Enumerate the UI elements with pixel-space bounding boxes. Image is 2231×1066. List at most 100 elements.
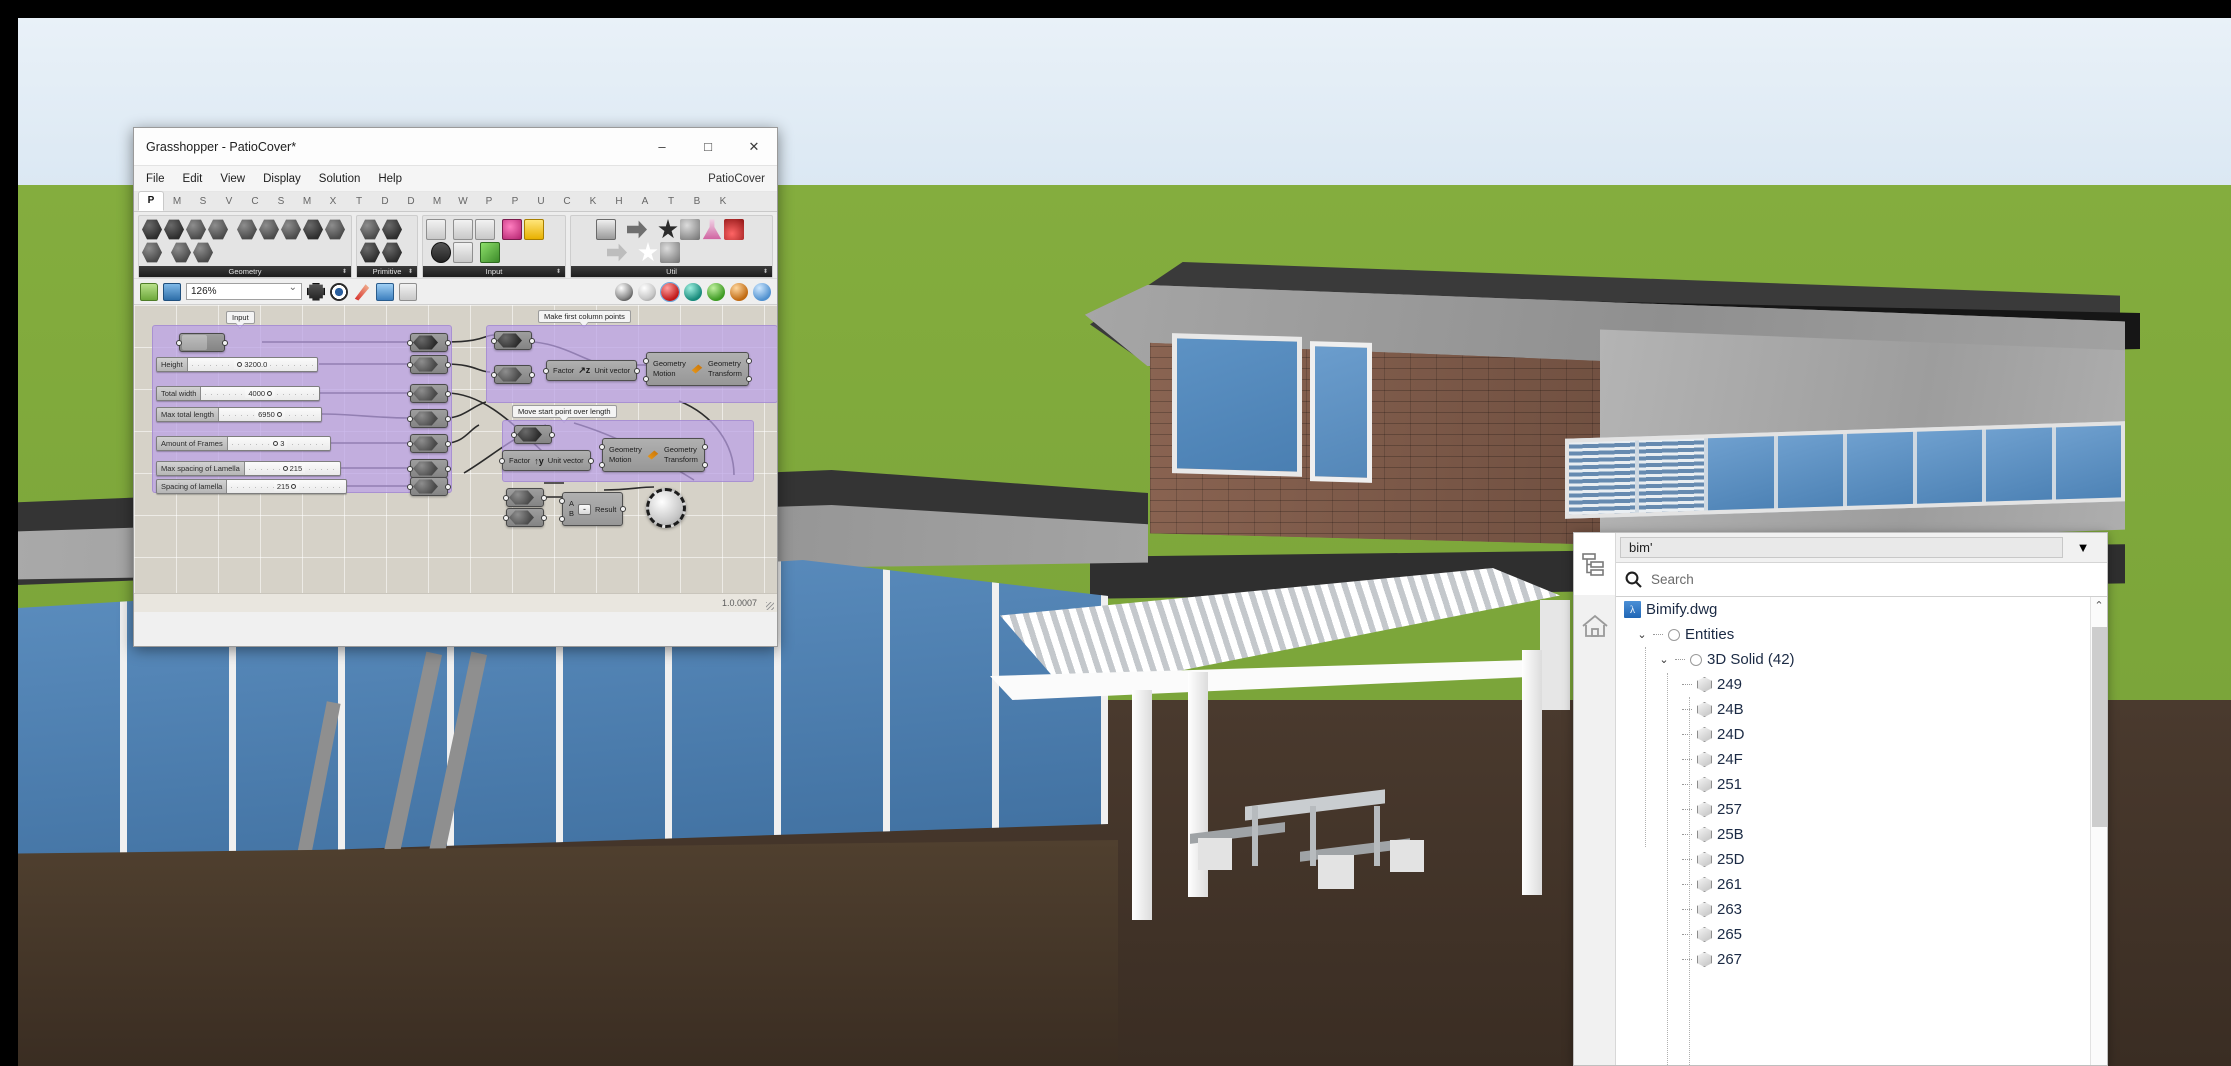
material-preview-green-icon[interactable] <box>707 282 725 301</box>
ribbon-group-util[interactable]: Util <box>570 215 773 278</box>
knob-input-icon[interactable] <box>475 219 495 240</box>
preview-eye-icon[interactable] <box>330 282 348 301</box>
circle-param-icon[interactable] <box>164 219 184 240</box>
open-file-icon[interactable] <box>140 282 158 301</box>
scrollbar-thumb[interactable] <box>2092 627 2107 827</box>
search-bar[interactable]: Search <box>1616 563 2107 597</box>
save-file-icon[interactable] <box>163 282 181 301</box>
material-preview-grey-icon[interactable] <box>638 282 656 301</box>
scroll-up-button[interactable]: ⌃ <box>2091 597 2107 614</box>
slider-track[interactable]: 3 <box>227 437 330 450</box>
cherry-icon[interactable] <box>724 219 744 240</box>
slider-total-width[interactable]: Total width 4000 <box>156 386 320 401</box>
tab-t2[interactable]: T <box>658 193 684 211</box>
model-selector-combo[interactable]: bim' <box>1620 537 2063 558</box>
material-preview-blue-icon[interactable] <box>753 282 771 301</box>
slider-grip-icon[interactable] <box>237 362 243 367</box>
menu-bar[interactable]: File Edit View Display Solution Help Pat… <box>134 166 777 192</box>
menu-item-display[interactable]: Display <box>263 173 301 185</box>
ribbon-group-input[interactable]: Input <box>422 215 566 278</box>
fly-icon[interactable] <box>702 219 722 240</box>
tab-c2[interactable]: C <box>554 193 580 211</box>
cluster-icon[interactable] <box>658 219 678 239</box>
colour-picker-icon[interactable] <box>502 219 522 240</box>
dial-input-icon[interactable] <box>431 242 451 263</box>
definition-canvas[interactable]: Input Height 3200.0 Total width 4000 Max… <box>134 305 777 593</box>
subtraction-component[interactable]: A B - Result <box>559 492 627 526</box>
close-button[interactable]: ✕ <box>731 128 777 165</box>
grasshopper-window[interactable]: Grasshopper - PatioCover* – □ ✕ File Edi… <box>133 127 778 647</box>
number-param-receiver[interactable] <box>407 355 451 374</box>
integer-param-icon[interactable] <box>382 219 402 240</box>
maximize-button[interactable]: □ <box>685 128 731 165</box>
surface-param-icon[interactable] <box>208 219 228 240</box>
tab-k[interactable]: K <box>580 193 606 211</box>
slider-track[interactable]: 4000 <box>201 387 319 400</box>
slider-grip-icon[interactable] <box>276 412 282 417</box>
move-component[interactable]: Geometry Motion Geometry Transform <box>599 438 708 472</box>
number-param-node[interactable] <box>491 365 535 384</box>
sketch-icon[interactable] <box>376 282 394 301</box>
tab-surface[interactable]: S <box>268 193 294 211</box>
text-param-icon[interactable] <box>382 242 402 263</box>
point-param-receiver[interactable] <box>407 333 451 352</box>
ribbon-icons[interactable] <box>423 216 565 266</box>
tab-sets[interactable]: S <box>190 193 216 211</box>
tree-node-3d-solid[interactable]: ⌄ 3D Solid (42) <box>1616 647 2107 672</box>
move-component[interactable]: Geometry Motion Geometry Transform <box>643 352 752 386</box>
tab-transform[interactable]: T <box>346 193 372 211</box>
slider-grip-icon[interactable] <box>282 466 288 471</box>
model-selector-dropdown-button[interactable]: ▼ <box>2063 537 2103 558</box>
number-param-receiver[interactable] <box>407 409 451 428</box>
tree-item-solid[interactable]: 249 <box>1616 672 2107 697</box>
slider-track[interactable]: 6950 <box>218 408 321 421</box>
material-preview-teal-icon[interactable] <box>684 282 702 301</box>
slider-grip-icon[interactable] <box>267 391 273 396</box>
tree-root-bimify-dwg[interactable]: λ Bimify.dwg <box>1616 597 2107 622</box>
mesh-param-icon[interactable] <box>259 219 279 240</box>
ribbon-tab-bar[interactable]: P M S V C S M X T D D M W P P U C K H A … <box>134 191 777 212</box>
number-param-receiver[interactable] <box>407 384 451 403</box>
ribbon-icons[interactable] <box>357 216 417 266</box>
toggle-input-icon[interactable] <box>453 219 473 240</box>
ribbon-group-primitive[interactable]: Primitive <box>356 215 418 278</box>
preview-geometry-node[interactable] <box>646 488 686 528</box>
unit-z-component[interactable]: Factor ↗z Unit vector <box>543 360 641 381</box>
point-param-node[interactable] <box>176 333 228 352</box>
hierarchy-tab-button[interactable] <box>1574 533 1615 595</box>
home-tab-button[interactable] <box>1574 595 1615 657</box>
receiver-icon[interactable] <box>627 220 647 239</box>
plane-param-icon[interactable] <box>303 219 323 240</box>
model-tree-panel[interactable]: bim' ▼ Search λ Bimify.dwg ⌄ Entities ⌄ … <box>1573 532 2108 1066</box>
tab-u[interactable]: U <box>528 193 554 211</box>
box-param-icon[interactable] <box>142 242 162 263</box>
tab-k2[interactable]: K <box>710 193 736 211</box>
number-param-node[interactable] <box>503 488 547 507</box>
tab-p3[interactable]: P <box>502 193 528 211</box>
ribbon[interactable]: Geometry Primitive Input <box>134 212 777 278</box>
panel-main[interactable]: bim' ▼ Search λ Bimify.dwg ⌄ Entities ⌄ … <box>1616 533 2107 1065</box>
tab-h[interactable]: H <box>606 193 632 211</box>
timer-icon[interactable] <box>660 242 680 263</box>
tab-vector[interactable]: V <box>216 193 242 211</box>
menu-item-edit[interactable]: Edit <box>183 173 203 185</box>
gradient-input-icon[interactable] <box>524 219 544 240</box>
zoom-level-combo[interactable]: 126% <box>186 282 302 300</box>
curve-param-icon[interactable] <box>186 219 206 240</box>
data-tree-icon[interactable] <box>596 219 616 240</box>
tab-a[interactable]: A <box>632 193 658 211</box>
tree-node-entities[interactable]: ⌄ Entities <box>1616 622 2107 647</box>
ribbon-group-geometry[interactable]: Geometry <box>138 215 352 278</box>
tab-d2[interactable]: D <box>398 193 424 211</box>
slider-track[interactable]: 215 <box>227 480 346 493</box>
slider-grip-icon[interactable] <box>273 441 279 446</box>
menu-item-solution[interactable]: Solution <box>319 173 361 185</box>
tab-p2[interactable]: P <box>476 193 502 211</box>
number-param-node[interactable] <box>503 508 547 527</box>
number-param-receiver[interactable] <box>407 477 451 496</box>
bake-icon[interactable] <box>399 282 417 301</box>
group-param-icon[interactable] <box>193 242 213 263</box>
tree-scrollbar[interactable]: ⌃ <box>2090 597 2107 1065</box>
tab-w[interactable]: W <box>450 193 476 211</box>
tab-params[interactable]: P <box>138 191 164 211</box>
